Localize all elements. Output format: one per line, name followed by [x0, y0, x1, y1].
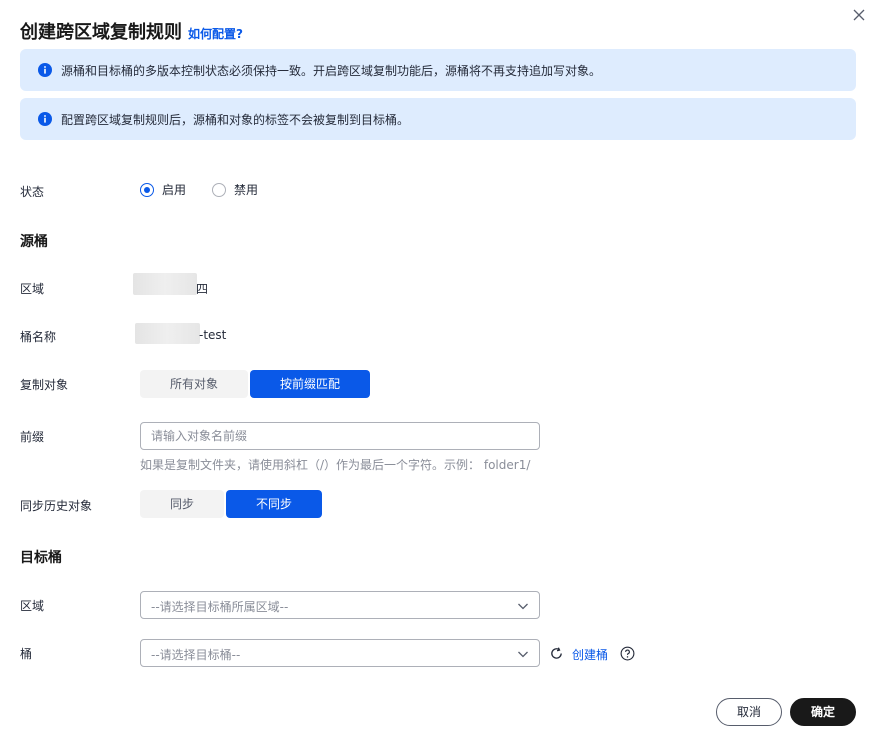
confirm-button[interactable]: 确定	[790, 698, 856, 726]
select-placeholder: --请选择目标桶--	[151, 648, 241, 662]
info-alert-tags: 配置跨区域复制规则后，源桶和对象的标签不会被复制到目标桶。	[20, 98, 856, 140]
replicate-objects-label: 复制对象	[20, 378, 69, 392]
source-region-label: 区域	[20, 282, 45, 296]
refresh-icon[interactable]	[549, 646, 564, 661]
chevron-down-icon	[518, 603, 528, 610]
radio-unchecked-icon	[212, 182, 226, 197]
status-radio-enable[interactable]: 启用	[140, 181, 186, 198]
option-prefix-match[interactable]: 按前缀匹配	[250, 370, 370, 398]
target-bucket-label: 桶	[20, 647, 33, 661]
redacted-bucket-name	[135, 323, 200, 344]
close-icon[interactable]	[851, 7, 867, 23]
info-icon	[38, 63, 52, 77]
target-bucket-section-title: 目标桶	[20, 550, 62, 566]
info-alert-versioning: 源桶和目标桶的多版本控制状态必须保持一致。开启跨区域复制功能后，源桶将不再支持追…	[20, 49, 856, 91]
source-bucket-section-title: 源桶	[20, 234, 48, 250]
how-to-configure-link[interactable]: 如何配置?	[188, 25, 243, 42]
create-replication-rule-dialog: 创建跨区域复制规则 如何配置? 源桶和目标桶的多版本控制状态必须保持一致。开启跨…	[0, 0, 871, 746]
source-bucket-name-label: 桶名称	[20, 330, 57, 344]
sync-history-label: 同步历史对象	[20, 499, 93, 513]
radio-checked-icon	[140, 182, 154, 197]
source-bucket-name-value: -test	[199, 328, 227, 342]
alert-text: 配置跨区域复制规则后，源桶和对象的标签不会被复制到目标桶。	[61, 112, 410, 127]
status-label: 状态	[20, 185, 45, 199]
cancel-button[interactable]: 取消	[716, 698, 782, 726]
option-all-objects[interactable]: 所有对象	[140, 370, 248, 398]
prefix-hint: 如果是复制文件夹，请使用斜杠（/）作为最后一个字符。示例： folder1/	[140, 458, 531, 472]
sync-history-toggle: 同步 不同步	[140, 490, 322, 518]
prefix-input[interactable]	[140, 422, 540, 450]
dialog-title: 创建跨区域复制规则	[20, 22, 182, 43]
select-placeholder: --请选择目标桶所属区域--	[151, 600, 289, 614]
dialog-header: 创建跨区域复制规则 如何配置?	[20, 18, 243, 46]
option-sync[interactable]: 同步	[140, 490, 224, 518]
prefix-label: 前缀	[20, 430, 45, 444]
create-bucket-link[interactable]: 创建桶	[572, 646, 608, 663]
replicate-objects-toggle: 所有对象 按前缀匹配	[140, 370, 370, 398]
redacted-region	[133, 273, 197, 295]
status-radio-disable[interactable]: 禁用	[212, 181, 258, 198]
chevron-down-icon	[518, 651, 528, 658]
radio-label: 启用	[162, 183, 187, 197]
radio-label: 禁用	[234, 183, 259, 197]
target-bucket-select[interactable]: --请选择目标桶--	[140, 639, 540, 667]
source-region-value: 四	[196, 282, 209, 296]
target-region-select[interactable]: --请选择目标桶所属区域--	[140, 591, 540, 619]
help-question-icon[interactable]	[620, 646, 635, 661]
target-region-label: 区域	[20, 599, 45, 613]
alert-text: 源桶和目标桶的多版本控制状态必须保持一致。开启跨区域复制功能后，源桶将不再支持追…	[61, 63, 602, 78]
option-no-sync[interactable]: 不同步	[226, 490, 322, 518]
info-icon	[38, 112, 52, 126]
